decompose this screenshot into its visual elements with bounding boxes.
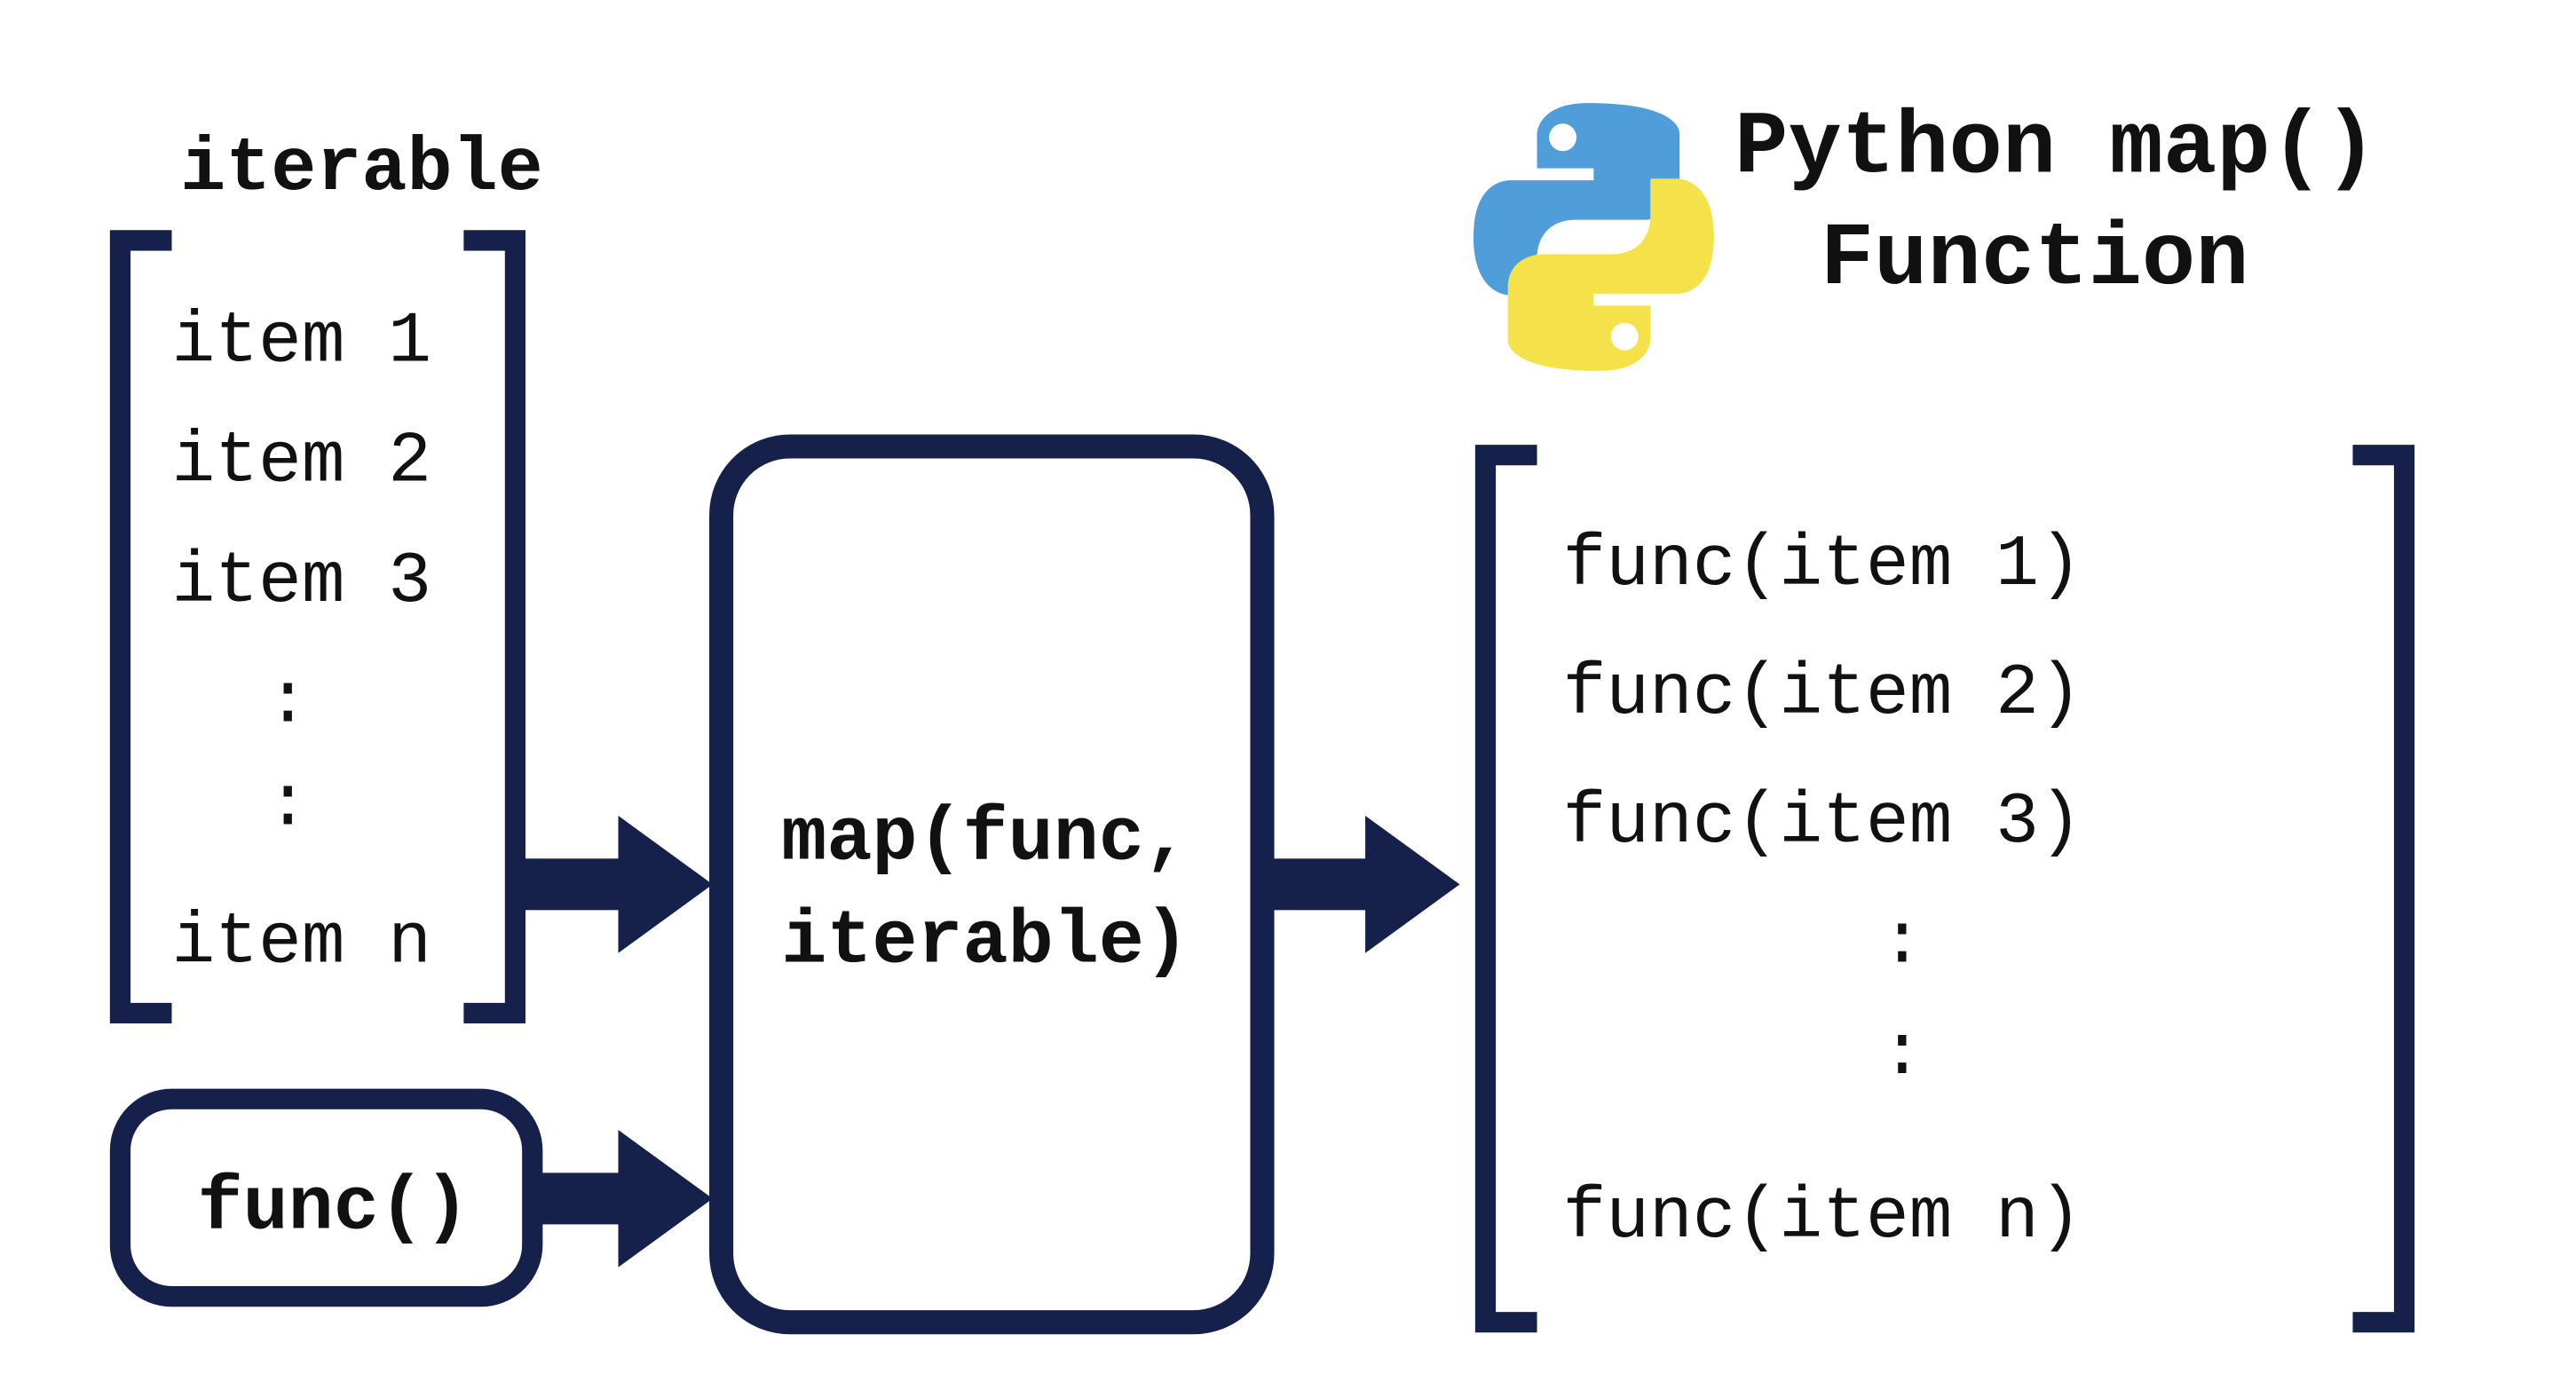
arrow-iterable-to-map	[515, 816, 712, 953]
python-logo-icon	[1474, 103, 1714, 371]
arrow-map-to-output	[1262, 816, 1459, 953]
iterable-item: item 1	[171, 301, 431, 383]
iterable-item: :	[266, 765, 310, 847]
output-item: :	[1880, 1014, 1924, 1095]
iterable-item: item 2	[171, 422, 431, 503]
output-item: func(item 2)	[1563, 653, 2082, 735]
map-label-line-1: map(func,	[781, 795, 1189, 881]
title-line-1: Python map()	[1734, 98, 2377, 199]
iterable-item: item 3	[171, 541, 431, 623]
output-item: func(item 3)	[1563, 782, 2082, 864]
iterable-item: :	[266, 662, 310, 744]
python-map-diagram: Python map() Function iterable item 1 it…	[0, 0, 2576, 1374]
iterable-items: item 1 item 2 item 3 : : item n	[171, 301, 431, 983]
output-item: func(item 1)	[1563, 525, 2082, 606]
iterable-item: item n	[171, 902, 431, 983]
func-label: func()	[197, 1165, 469, 1251]
output-items: func(item 1) func(item 2) func(item 3) :…	[1563, 525, 2082, 1259]
iterable-label: iterable	[180, 126, 543, 212]
map-label-line-2: iterable)	[781, 898, 1189, 984]
output-item: :	[1880, 902, 1924, 983]
map-box	[722, 446, 1262, 1323]
title-line-2: Function	[1821, 209, 2249, 311]
output-item: func(item n)	[1563, 1177, 2082, 1259]
arrow-func-to-map	[533, 1130, 713, 1267]
